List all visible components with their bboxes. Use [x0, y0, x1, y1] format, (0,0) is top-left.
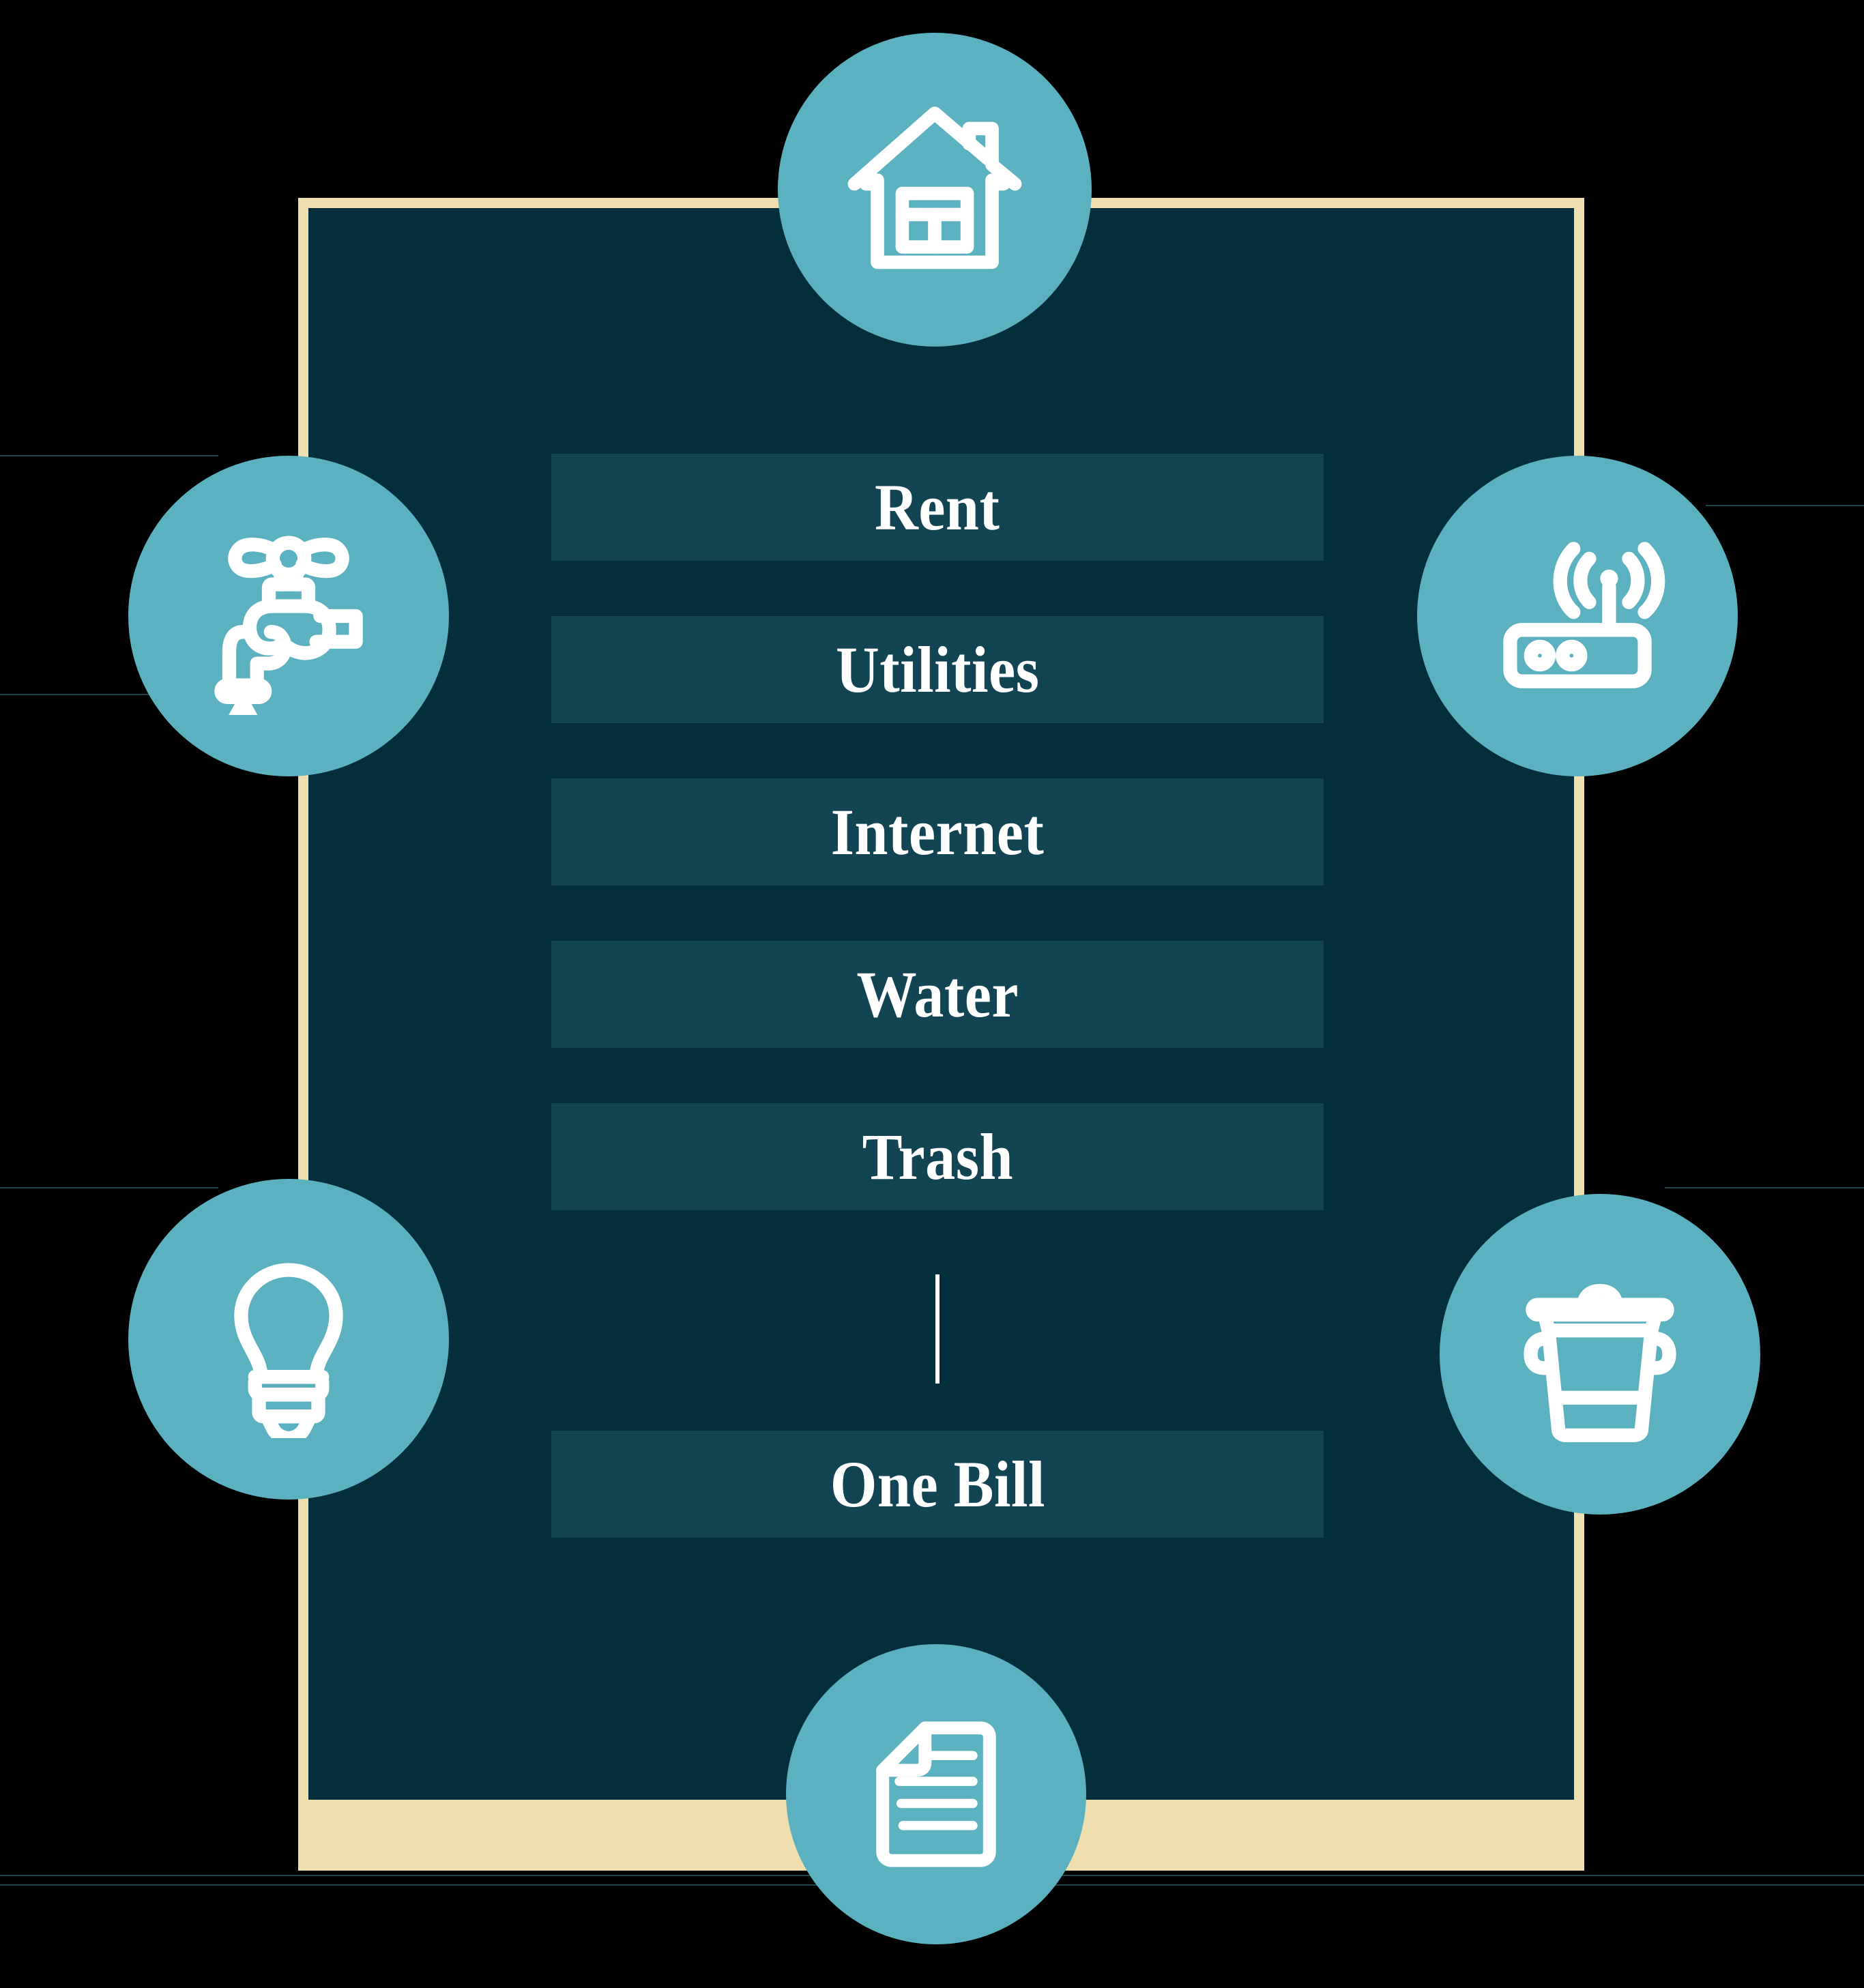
document-icon [876, 1721, 996, 1867]
bill-bar-one-bill[interactable]: One Bill [551, 1431, 1324, 1538]
trashcan-icon [1524, 1284, 1676, 1443]
bill-bar-internet[interactable]: Internet [551, 778, 1324, 886]
lightbulb-icon [234, 1263, 343, 1438]
bill-bar-label: Trash [862, 1120, 1013, 1193]
icon-circle-faucet[interactable] [128, 456, 449, 776]
connector-line [935, 1274, 940, 1384]
icon-circle-trashcan[interactable] [1440, 1194, 1760, 1515]
bill-bar-utilities[interactable]: Utilities [551, 616, 1324, 723]
bill-bar-label: Internet [830, 795, 1045, 868]
infographic-canvas: Rent Utilities Internet Water Trash One … [0, 0, 1864, 1988]
bill-bar-label: One Bill [830, 1447, 1045, 1521]
bill-bar-water[interactable]: Water [551, 941, 1324, 1048]
bill-bar-label: Utilities [835, 632, 1040, 706]
hairline-artifact [0, 455, 218, 456]
hairline-artifact [1665, 1187, 1864, 1188]
router-icon [1503, 542, 1665, 688]
hairline-artifact [0, 1187, 218, 1188]
faucet-icon [214, 536, 363, 715]
bill-bar-label: Rent [875, 470, 1000, 544]
icon-circle-house[interactable] [778, 33, 1092, 347]
bill-bar-label: Water [856, 957, 1019, 1031]
icon-circle-lightbulb[interactable] [128, 1179, 449, 1500]
icon-circle-router[interactable] [1417, 456, 1738, 776]
icon-circle-document[interactable] [786, 1644, 1086, 1944]
bill-bar-trash[interactable]: Trash [551, 1103, 1324, 1210]
hairline-artifact [1706, 505, 1864, 506]
house-icon [847, 106, 1022, 269]
bill-bar-rent[interactable]: Rent [551, 454, 1324, 561]
